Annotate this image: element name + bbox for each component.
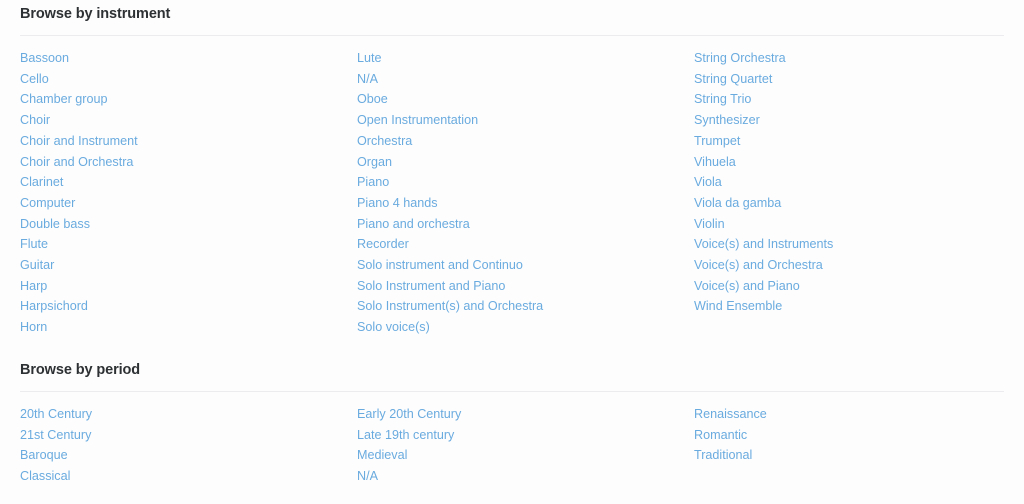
- instrument-link-columns: Bassoon Cello Chamber group Choir Choir …: [20, 36, 1004, 338]
- instrument-link[interactable]: Choir: [20, 110, 357, 131]
- period-column-2: Early 20th Century Late 19th century Med…: [357, 404, 694, 487]
- instrument-link[interactable]: Synthesizer: [694, 110, 1004, 131]
- instrument-link[interactable]: Bassoon: [20, 48, 357, 69]
- instrument-link[interactable]: Choir and Instrument: [20, 131, 357, 152]
- instrument-link[interactable]: Solo voice(s): [357, 317, 694, 338]
- instrument-link[interactable]: Orchestra: [357, 131, 694, 152]
- instrument-link[interactable]: String Trio: [694, 89, 1004, 110]
- period-column-3: Renaissance Romantic Traditional: [694, 404, 1004, 487]
- instrument-column-2: Lute N/A Oboe Open Instrumentation Orche…: [357, 48, 694, 338]
- period-link[interactable]: 21st Century: [20, 425, 357, 446]
- instrument-link[interactable]: Oboe: [357, 89, 694, 110]
- instrument-link[interactable]: Viola da gamba: [694, 193, 1004, 214]
- instrument-link[interactable]: Piano: [357, 172, 694, 193]
- instrument-link[interactable]: Open Instrumentation: [357, 110, 694, 131]
- period-link[interactable]: Romantic: [694, 425, 1004, 446]
- browse-by-instrument-section: Browse by instrument Bassoon Cello Chamb…: [20, 0, 1004, 338]
- period-link[interactable]: Baroque: [20, 445, 357, 466]
- instrument-link[interactable]: Horn: [20, 317, 357, 338]
- instrument-link[interactable]: Vihuela: [694, 152, 1004, 173]
- instrument-link[interactable]: Lute: [357, 48, 694, 69]
- instrument-link[interactable]: Voice(s) and Instruments: [694, 234, 1004, 255]
- instrument-link[interactable]: Wind Ensemble: [694, 296, 1004, 317]
- instrument-link[interactable]: Piano and orchestra: [357, 214, 694, 235]
- browse-page: Browse by instrument Bassoon Cello Chamb…: [0, 0, 1024, 504]
- instrument-link[interactable]: Solo instrument and Continuo: [357, 255, 694, 276]
- instrument-link[interactable]: Organ: [357, 152, 694, 173]
- period-column-1: 20th Century 21st Century Baroque Classi…: [20, 404, 357, 487]
- period-link[interactable]: Late 19th century: [357, 425, 694, 446]
- instrument-link[interactable]: Solo Instrument and Piano: [357, 276, 694, 297]
- browse-by-period-section: Browse by period 20th Century 21st Centu…: [20, 356, 1004, 487]
- instrument-link[interactable]: Flute: [20, 234, 357, 255]
- instrument-link[interactable]: Violin: [694, 214, 1004, 235]
- instrument-link[interactable]: Guitar: [20, 255, 357, 276]
- instrument-column-1: Bassoon Cello Chamber group Choir Choir …: [20, 48, 357, 338]
- instrument-link[interactable]: Chamber group: [20, 89, 357, 110]
- instrument-link[interactable]: Harp: [20, 276, 357, 297]
- period-link[interactable]: Traditional: [694, 445, 1004, 466]
- period-link[interactable]: N/A: [357, 466, 694, 487]
- instrument-link[interactable]: Choir and Orchestra: [20, 152, 357, 173]
- instrument-link[interactable]: String Orchestra: [694, 48, 1004, 69]
- instrument-link[interactable]: Trumpet: [694, 131, 1004, 152]
- period-link[interactable]: 20th Century: [20, 404, 357, 425]
- instrument-link[interactable]: Cello: [20, 69, 357, 90]
- instrument-link[interactable]: Recorder: [357, 234, 694, 255]
- instrument-link[interactable]: Clarinet: [20, 172, 357, 193]
- instrument-link[interactable]: N/A: [357, 69, 694, 90]
- period-link[interactable]: Medieval: [357, 445, 694, 466]
- instrument-link[interactable]: Piano 4 hands: [357, 193, 694, 214]
- instrument-link[interactable]: Harpsichord: [20, 296, 357, 317]
- instrument-link[interactable]: Computer: [20, 193, 357, 214]
- period-link[interactable]: Classical: [20, 466, 357, 487]
- browse-by-instrument-heading: Browse by instrument: [20, 6, 171, 22]
- instrument-link[interactable]: Voice(s) and Piano: [694, 276, 1004, 297]
- instrument-link[interactable]: Voice(s) and Orchestra: [694, 255, 1004, 276]
- period-link[interactable]: Early 20th Century: [357, 404, 694, 425]
- period-link-columns: 20th Century 21st Century Baroque Classi…: [20, 392, 1004, 487]
- instrument-link[interactable]: String Quartet: [694, 69, 1004, 90]
- instrument-column-3: String Orchestra String Quartet String T…: [694, 48, 1004, 338]
- instrument-link[interactable]: Double bass: [20, 214, 357, 235]
- instrument-link[interactable]: Solo Instrument(s) and Orchestra: [357, 296, 694, 317]
- period-link[interactable]: Renaissance: [694, 404, 1004, 425]
- instrument-link[interactable]: Viola: [694, 172, 1004, 193]
- browse-by-period-heading: Browse by period: [20, 361, 141, 378]
